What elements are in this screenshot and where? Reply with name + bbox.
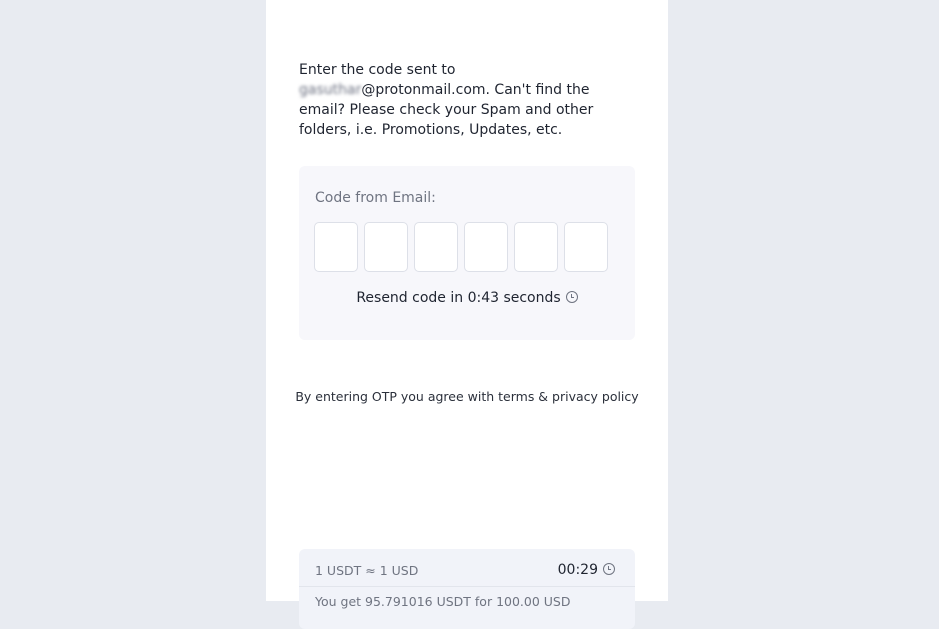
rate-timer: 00:29 bbox=[558, 562, 615, 578]
resend-timer: Resend code in 0:43 seconds bbox=[299, 290, 635, 306]
email-domain: @protonmail.com. bbox=[361, 82, 490, 98]
code-digit-5[interactable] bbox=[514, 222, 558, 272]
code-digit-6[interactable] bbox=[564, 222, 608, 272]
get-row[interactable]: You get 95.791016 USDT for 100.00 USD bbox=[315, 594, 615, 609]
terms-text: By entering OTP you agree with terms & p… bbox=[295, 389, 639, 404]
email-local-part: gasuthar bbox=[299, 82, 362, 98]
code-digit-1[interactable] bbox=[314, 222, 358, 272]
rate-clock-icon bbox=[603, 563, 615, 575]
otp-instructions: Enter the code sent to gasuthar@protonma… bbox=[299, 60, 617, 140]
code-inputs bbox=[314, 222, 608, 272]
otp-panel: Enter the code sent to gasuthar@protonma… bbox=[266, 0, 668, 629]
rate-divider bbox=[299, 586, 635, 587]
clock-icon bbox=[565, 291, 578, 303]
code-card: Code from Email: Resend code in 0:43 sec… bbox=[299, 166, 635, 340]
rate-timer-value: 00:29 bbox=[557, 562, 598, 578]
resend-text: Resend code in 0:43 seconds bbox=[356, 290, 561, 306]
rate-row: 1 USDT ≈ 1 USD 00:29 bbox=[315, 561, 615, 579]
code-digit-2[interactable] bbox=[364, 222, 408, 272]
get-amount-text: You get 95.791016 USDT for 100.00 USD bbox=[315, 594, 571, 609]
code-digit-3[interactable] bbox=[414, 222, 458, 272]
instructions-prefix: Enter the code sent to bbox=[299, 62, 456, 78]
rate-card: 1 USDT ≈ 1 USD 00:29 You get 95.791016 U… bbox=[299, 549, 635, 629]
exchange-rate: 1 USDT ≈ 1 USD bbox=[315, 562, 419, 578]
code-digit-4[interactable] bbox=[464, 222, 508, 272]
code-label: Code from Email: bbox=[315, 190, 436, 206]
